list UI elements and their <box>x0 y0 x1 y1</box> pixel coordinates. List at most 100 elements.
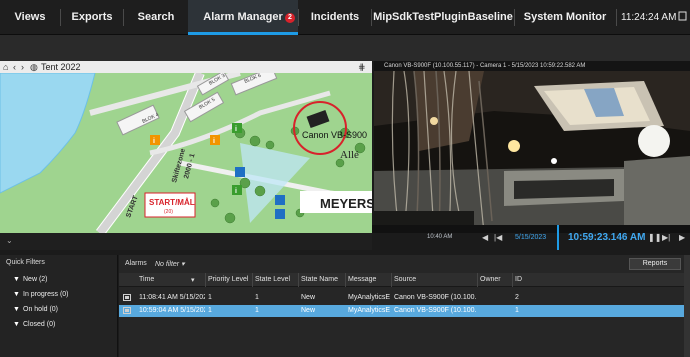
funnel-icon: ▼ <box>13 321 20 328</box>
cell-state-name: New <box>301 307 316 314</box>
step-back-icon[interactable]: ◀ <box>482 233 488 242</box>
filter-new[interactable]: ▼ New (2) <box>13 276 48 283</box>
chevron-down-icon[interactable]: ⌄ <box>6 236 13 245</box>
cell-id: 2 <box>515 294 519 301</box>
tab-views[interactable]: Views <box>0 0 60 35</box>
meyers-label: MEYERS <box>320 196 372 211</box>
tab-mipsdk-plugin[interactable]: MipSdkTestPluginBaseline <box>372 0 514 35</box>
playback-timeline[interactable]: 10:40 AM ◀ |◀ 5/15/2023 10:59:23.146 AM … <box>372 225 690 250</box>
camera-view[interactable]: Canon VB-S900F (10.100.55.117) - Camera … <box>374 61 690 233</box>
cell-source: Canon VB-S900F (10.100.5 <box>394 294 476 301</box>
filter-dropdown-label: No filter <box>155 261 180 268</box>
alle-label: Allé <box>340 149 359 161</box>
column-header-source[interactable]: Source <box>394 276 416 283</box>
cell-message: MyAnalyticsE <box>348 294 390 301</box>
map-control-strip: ⌄ <box>0 233 372 250</box>
tab-divider <box>616 9 617 26</box>
column-header-message[interactable]: Message <box>348 276 376 283</box>
cell-priority: 1 <box>208 294 212 301</box>
column-header-priority[interactable]: Priority Level <box>208 276 248 283</box>
alarm-list-toolbar: Alarms No filter ▾ Reports <box>119 255 690 273</box>
start-goal-sub-label: (20) <box>164 209 173 215</box>
cell-source: Canon VB-S900F (10.100.5 <box>394 307 476 314</box>
workspace-header <box>0 35 690 61</box>
home-icon[interactable]: ⌂ <box>3 61 8 73</box>
alarm-row[interactable]: 11:08:41 AM 5/15/202 1 1 New MyAnalytics… <box>119 292 690 304</box>
filter-dropdown[interactable]: No filter ▾ <box>155 260 185 268</box>
window-restore-icon[interactable] <box>678 10 688 22</box>
alarm-count-badge: 2 <box>285 13 295 23</box>
funnel-icon: ▼ <box>13 291 20 298</box>
map-grid-icon[interactable]: ⋕ <box>358 61 366 73</box>
cell-state-name: New <box>301 294 316 301</box>
alarm-list-panel: Alarms No filter ▾ Reports Time ▾ Priori… <box>119 255 690 357</box>
camera-title: Canon VB-S900F (10.100.55.117) - Camera … <box>374 61 690 71</box>
cell-time: 11:08:41 AM 5/15/202 <box>139 294 205 301</box>
funnel-icon: ▼ <box>13 276 20 283</box>
filter-label: New (2) <box>23 276 48 283</box>
tab-alarm-manager[interactable]: Alarm Manager <box>188 0 298 35</box>
quick-filters-panel: Quick Filters ▼ New (2) ▼ In progress (0) … <box>0 255 118 357</box>
sort-desc-icon: ▾ <box>191 277 195 284</box>
forward-icon[interactable]: › <box>21 61 24 73</box>
filter-in-progress[interactable]: ▼ In progress (0) <box>13 291 69 298</box>
timeline-cursor[interactable] <box>557 225 559 250</box>
map-canvas: i i i i START/MÅL (20) Skiftezone 2000 -… <box>0 73 372 233</box>
alarm-video-icon <box>123 294 131 301</box>
cell-time: 10:59:04 AM 5/15/202 <box>139 307 205 314</box>
filter-label: In progress (0) <box>23 291 69 298</box>
start-goal-label: START/MÅL <box>149 198 195 207</box>
back-icon[interactable]: ‹ <box>13 61 16 73</box>
column-header-id[interactable]: ID <box>515 276 522 283</box>
column-divider[interactable] <box>477 273 478 287</box>
svg-text:i: i <box>235 126 237 133</box>
column-divider[interactable] <box>205 273 206 287</box>
column-header-time[interactable]: Time <box>139 276 154 283</box>
filter-closed[interactable]: ▼ Closed (0) <box>13 321 55 328</box>
funnel-icon: ▼ <box>13 306 20 313</box>
map-view[interactable]: ⌂ ‹ › ◍ Tent 2022 ⋕ i i i i START/MÅL (2… <box>0 61 372 233</box>
alarm-video-icon <box>123 307 131 314</box>
camera-map-label: Canon VB-S900 <box>302 130 367 140</box>
column-header-state-name[interactable]: State Name <box>301 276 338 283</box>
cell-state-level: 1 <box>255 307 259 314</box>
filter-on-hold[interactable]: ▼ On hold (0) <box>13 306 58 313</box>
vertical-scrollbar[interactable] <box>684 255 690 357</box>
skip-back-icon[interactable]: |◀ <box>494 233 502 242</box>
map-title: Tent 2022 <box>41 62 81 72</box>
filter-label: Closed (0) <box>23 321 56 328</box>
column-header-owner[interactable]: Owner <box>480 276 501 283</box>
alarm-row-selected[interactable]: 10:59:04 AM 5/15/202 1 1 New MyAnalytics… <box>119 305 690 317</box>
column-divider[interactable] <box>391 273 392 287</box>
clock: 11:24:24 AM <box>621 12 677 23</box>
tab-system-monitor[interactable]: System Monitor <box>515 0 615 35</box>
column-divider[interactable] <box>345 273 346 287</box>
cell-priority: 1 <box>208 307 212 314</box>
reports-button[interactable]: Reports <box>629 258 681 270</box>
step-forward-icon[interactable]: ▶ <box>679 233 685 242</box>
timeline-tick-label: 10:40 AM <box>427 234 453 240</box>
skip-forward-icon[interactable]: ▶| <box>662 233 670 242</box>
filter-label: On hold (0) <box>23 306 59 313</box>
cell-id: 1 <box>515 307 519 314</box>
map-toolbar: ⌂ ‹ › ◍ Tent 2022 ⋕ <box>0 61 372 73</box>
tab-incidents[interactable]: Incidents <box>299 0 371 35</box>
timeline-time: 10:59:23.146 AM <box>568 232 646 243</box>
column-divider[interactable] <box>252 273 253 287</box>
column-divider[interactable] <box>298 273 299 287</box>
tab-exports[interactable]: Exports <box>61 0 123 35</box>
pause-icon[interactable]: ❚❚ <box>648 233 661 242</box>
camera-image <box>374 71 690 233</box>
globe-icon[interactable]: ◍ <box>30 61 38 73</box>
alarms-title: Alarms <box>125 260 147 267</box>
svg-text:i: i <box>213 138 215 145</box>
tab-search[interactable]: Search <box>124 0 188 35</box>
quick-filters-title: Quick Filters <box>6 259 45 266</box>
timeline-date: 5/15/2023 <box>515 234 547 241</box>
column-divider[interactable] <box>512 273 513 287</box>
cell-state-level: 1 <box>255 294 259 301</box>
main-navigation: Views Exports Search Alarm Manager 2 Inc… <box>0 0 690 35</box>
caret-down-icon: ▾ <box>181 261 185 268</box>
column-header-state-level[interactable]: State Level <box>255 276 290 283</box>
alarm-grid-header: Time ▾ Priority Level State Level State … <box>119 273 690 287</box>
